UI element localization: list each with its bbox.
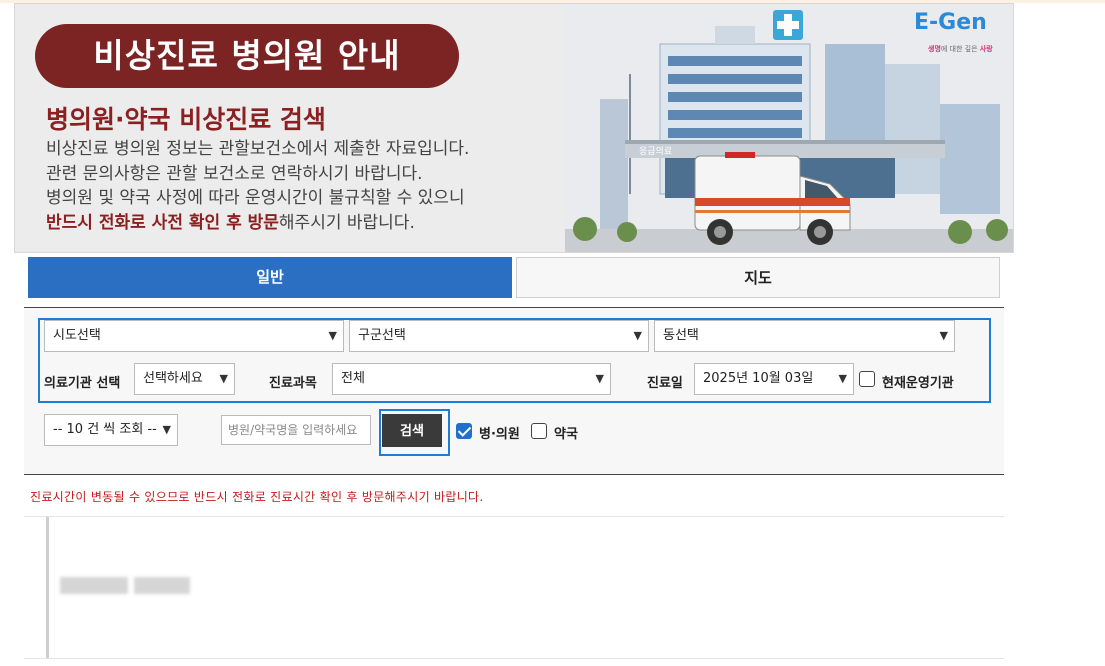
banner-subtitle: 병의원·약국 비상진료 검색 (46, 105, 326, 134)
gugun-select-value: 구군선택 (358, 328, 406, 343)
divider (24, 658, 1004, 659)
blurred-block (134, 577, 190, 594)
open-now-label: 현재운영기관 (882, 376, 954, 391)
gugun-select[interactable]: 구군선택 ▼ (349, 320, 649, 352)
banner-line-rest: 해주시기 바랍니다. (278, 212, 415, 233)
sido-select[interactable]: 시도선택 ▼ (44, 320, 344, 352)
search-button[interactable]: 검색 (382, 414, 442, 447)
chevron-down-icon: ▼ (219, 372, 228, 385)
dong-select[interactable]: 동선택 ▼ (654, 320, 955, 352)
banner-line: 비상진료 병의원 정보는 관할보건소에서 제출한 자료입니다. (46, 139, 470, 159)
search-input[interactable] (221, 415, 371, 445)
pharmacy-checkbox[interactable] (531, 423, 547, 439)
emergency-banner: 비상진료 병의원 안내 병의원·약국 비상진료 검색 비상진료 병의원 정보는 … (14, 3, 1014, 253)
dong-select-value: 동선택 (663, 328, 699, 343)
date-label: 진료일 (647, 376, 683, 391)
blurred-block (60, 577, 128, 594)
hospital-checkbox[interactable] (456, 423, 472, 439)
logo-text: E-Gen (914, 10, 987, 35)
chevron-down-icon: ▼ (162, 423, 171, 436)
chevron-down-icon: ▼ (939, 329, 948, 342)
logo-tagline-part: 에 대한 깊은 (940, 45, 980, 53)
page-size-select[interactable]: -- 10 건 씩 조회 -- ▼ (44, 414, 178, 446)
logo-tagline-part: 사랑 (979, 45, 993, 53)
banner-description: 비상진료 병의원 정보는 관할보건소에서 제출한 자료입니다. 관련 문의사항은… (46, 137, 566, 235)
date-select[interactable]: 2025년 10월 03일 ▼ (694, 363, 854, 395)
notice-text: 진료시간이 변동될 수 있으므로 반드시 전화로 진료시간 확인 후 방문해주시… (30, 490, 484, 504)
logo-tagline-part: 생명 (928, 45, 941, 53)
institution-select-value: 선택하세요 (143, 371, 203, 386)
sido-select-value: 시도선택 (53, 328, 101, 343)
department-label: 진료과목 (269, 376, 317, 391)
department-select-value: 전체 (341, 371, 365, 386)
tab-map[interactable]: 지도 (516, 257, 1000, 298)
banner-line: 병의원 및 약국 사정에 따라 운영시간이 불규칙할 수 있으니 (46, 188, 465, 208)
page-size-value: -- 10 건 씩 조회 -- (53, 422, 157, 437)
chevron-down-icon: ▼ (633, 329, 642, 342)
chevron-down-icon: ▼ (328, 329, 337, 342)
banner-line: 관련 문의사항은 관할 보건소로 연락하시기 바랍니다. (46, 163, 423, 184)
banner-emphasis: 반드시 전화로 사전 확인 후 방문 (46, 212, 279, 233)
institution-select[interactable]: 선택하세요 ▼ (134, 363, 235, 395)
banner-line: 반드시 전화로 사전 확인 후 방문해주시기 바랍니다. (46, 211, 566, 236)
egen-logo: E-Gen 생명에 대한 깊은 사랑 (914, 10, 1006, 58)
banner-title: 비상진료 병의원 안내 (35, 24, 459, 88)
chevron-down-icon: ▼ (595, 372, 604, 385)
institution-label: 의료기관 선택 (44, 376, 121, 391)
open-now-checkbox[interactable] (859, 371, 875, 387)
logo-tagline: 생명에 대한 깊은 사랑 (928, 44, 993, 54)
chevron-down-icon: ▼ (838, 372, 847, 385)
building-sign: 응급의료 (639, 146, 672, 157)
pharmacy-checkbox-label: 약국 (554, 427, 578, 442)
department-select[interactable]: 전체 ▼ (332, 363, 611, 395)
tab-general[interactable]: 일반 (28, 257, 512, 298)
date-select-value: 2025년 10월 03일 (703, 371, 814, 386)
hospital-checkbox-label: 병·의원 (479, 427, 520, 442)
